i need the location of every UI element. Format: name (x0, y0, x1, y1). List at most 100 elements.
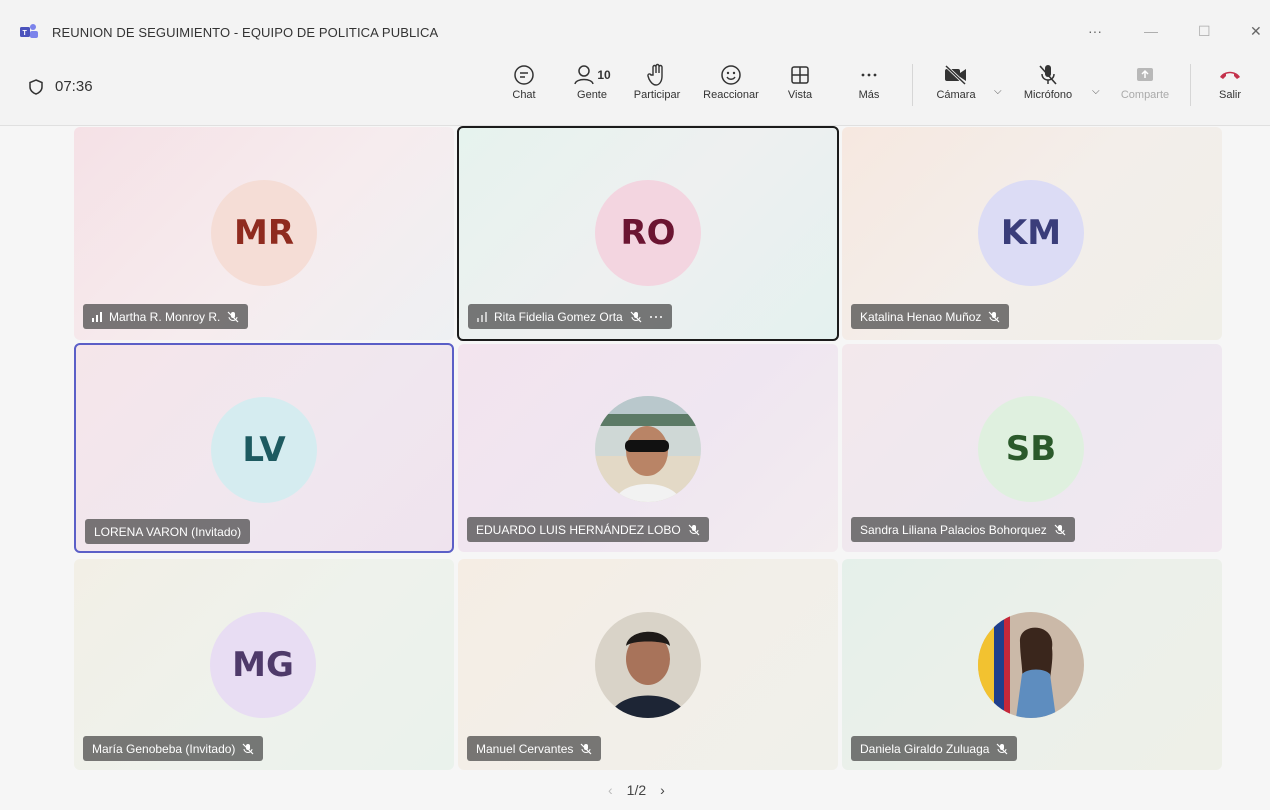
participant-tile[interactable]: EDUARDO LUIS HERNÁNDEZ LOBO (458, 344, 838, 552)
participant-tile-selected[interactable]: LV LORENA VARON (Invitado) (74, 343, 454, 553)
participant-tile[interactable]: Manuel Cervantes (458, 559, 838, 770)
participant-name: LORENA VARON (Invitado) (94, 524, 242, 539)
muted-mic-icon (688, 524, 700, 535)
avatar-initials: SB (978, 396, 1084, 502)
window-more-button[interactable]: ··· (1088, 23, 1102, 39)
avatar-initials: LV (211, 397, 317, 503)
chat-icon (514, 65, 534, 85)
next-page-button[interactable]: › (660, 782, 665, 798)
pagination: ‹ 1/2 › (608, 782, 665, 798)
signal-bars-icon (477, 311, 487, 322)
mic-label: Micrófono (1023, 89, 1073, 101)
mic-off-icon (1039, 65, 1057, 85)
view-button[interactable]: Vista (765, 61, 835, 101)
participant-name: Rita Fidelia Gomez Orta (494, 309, 623, 324)
leave-label: Salir (1218, 89, 1241, 101)
participant-tile[interactable]: MG María Genobeba (Invitado) (74, 559, 454, 770)
toolbar-separator (912, 64, 913, 106)
shield-icon (29, 78, 43, 95)
react-label: Reaccionar (703, 89, 759, 101)
camera-button[interactable]: Cámara (921, 61, 991, 101)
react-button[interactable]: Reaccionar (696, 61, 766, 101)
hand-icon (647, 63, 663, 86)
hang-up-icon (1220, 71, 1240, 79)
window-title: REUNION DE SEGUIMIENTO - EQUIPO DE POLIT… (52, 25, 439, 40)
signal-bars-icon (92, 311, 102, 322)
teams-icon: T (20, 24, 38, 38)
grid-view-icon (791, 66, 809, 84)
participant-nameplate: Rita Fidelia Gomez Orta (468, 304, 672, 329)
more-label: Más (858, 89, 880, 101)
minimize-button[interactable]: — (1144, 23, 1158, 39)
smiley-icon (721, 65, 741, 85)
muted-mic-icon (996, 743, 1008, 754)
camera-label: Cámara (936, 89, 976, 101)
participant-name: Katalina Henao Muñoz (860, 309, 982, 324)
profile-photo (595, 612, 701, 718)
participant-tile[interactable]: SB Sandra Liliana Palacios Bohorquez (842, 344, 1222, 552)
participant-tile-speaking[interactable]: RO Rita Fidelia Gomez Orta (457, 126, 839, 341)
timer-text: 07:36 (55, 78, 93, 95)
camera-options-chevron-icon[interactable]: ⌵ (994, 86, 1002, 97)
avatar-initials: MR (211, 180, 317, 286)
meeting-toolbar: 07:36 Chat 10 Gente Participar Reacciona… (0, 46, 1270, 126)
people-button[interactable]: 10 Gente (557, 61, 627, 101)
muted-mic-icon (242, 743, 254, 754)
muted-mic-icon (1054, 524, 1066, 535)
participant-nameplate: LORENA VARON (Invitado) (85, 519, 251, 544)
close-button[interactable]: ✕ (1250, 23, 1262, 40)
view-label: Vista (787, 89, 813, 101)
participant-photo-avatar (595, 612, 701, 718)
chat-label: Chat (512, 89, 536, 101)
meeting-timer: 07:36 (29, 78, 93, 95)
svg-text:T: T (23, 30, 28, 37)
leave-button[interactable]: Salir (1195, 61, 1265, 101)
avatar-initials: KM (978, 180, 1084, 286)
participant-name: María Genobeba (Invitado) (92, 741, 236, 756)
raise-hand-button[interactable]: Participar (622, 61, 692, 101)
participant-name: Manuel Cervantes (476, 741, 574, 756)
people-count: 10 (597, 68, 611, 82)
profile-photo (595, 396, 701, 502)
participant-name: Martha R. Monroy R. (109, 309, 221, 324)
people-label: Gente (577, 89, 607, 101)
people-icon (574, 65, 595, 85)
more-icon (861, 73, 877, 77)
participant-nameplate: Katalina Henao Muñoz (851, 304, 1010, 329)
share-label: Comparte (1120, 89, 1170, 101)
participant-name: Daniela Giraldo Zuluaga (860, 741, 990, 756)
chat-button[interactable]: Chat (489, 61, 559, 101)
maximize-button[interactable]: ☐ (1198, 23, 1211, 40)
share-icon (1137, 68, 1153, 81)
muted-mic-icon (630, 311, 642, 322)
participant-nameplate: Sandra Liliana Palacios Bohorquez (851, 517, 1075, 542)
camera-off-icon (944, 64, 967, 86)
muted-mic-icon (580, 743, 592, 754)
tile-more-icon[interactable] (649, 314, 663, 320)
title-bar: T REUNION DE SEGUIMIENTO - EQUIPO DE POL… (0, 0, 1270, 46)
participant-photo-avatar (595, 396, 701, 502)
more-button[interactable]: Más (834, 61, 904, 101)
avatar-initials: MG (210, 612, 316, 718)
raise-hand-label: Participar (633, 89, 681, 101)
page-indicator: 1/2 (626, 782, 647, 798)
participant-tile[interactable]: KM Katalina Henao Muñoz (842, 127, 1222, 340)
mic-options-chevron-icon[interactable]: ⌵ (1092, 86, 1100, 97)
profile-photo (978, 612, 1084, 718)
mic-button[interactable]: Micrófono (1013, 61, 1083, 101)
share-button[interactable]: Comparte (1110, 61, 1180, 101)
participant-name: EDUARDO LUIS HERNÁNDEZ LOBO (476, 522, 681, 537)
avatar-initials: RO (595, 180, 701, 286)
participant-name: Sandra Liliana Palacios Bohorquez (860, 522, 1047, 537)
participant-nameplate: Manuel Cervantes (467, 736, 602, 761)
participant-tile[interactable]: MR Martha R. Monroy R. (74, 127, 454, 340)
participant-nameplate: Daniela Giraldo Zuluaga (851, 736, 1018, 761)
muted-mic-icon (988, 311, 1000, 322)
participant-nameplate: EDUARDO LUIS HERNÁNDEZ LOBO (467, 517, 709, 542)
toolbar-separator (1190, 64, 1191, 106)
participant-nameplate: Martha R. Monroy R. (83, 304, 249, 329)
previous-page-button[interactable]: ‹ (608, 782, 613, 798)
participant-photo-avatar (978, 612, 1084, 718)
participant-nameplate: María Genobeba (Invitado) (83, 736, 264, 761)
participant-tile[interactable]: Daniela Giraldo Zuluaga (842, 559, 1222, 770)
